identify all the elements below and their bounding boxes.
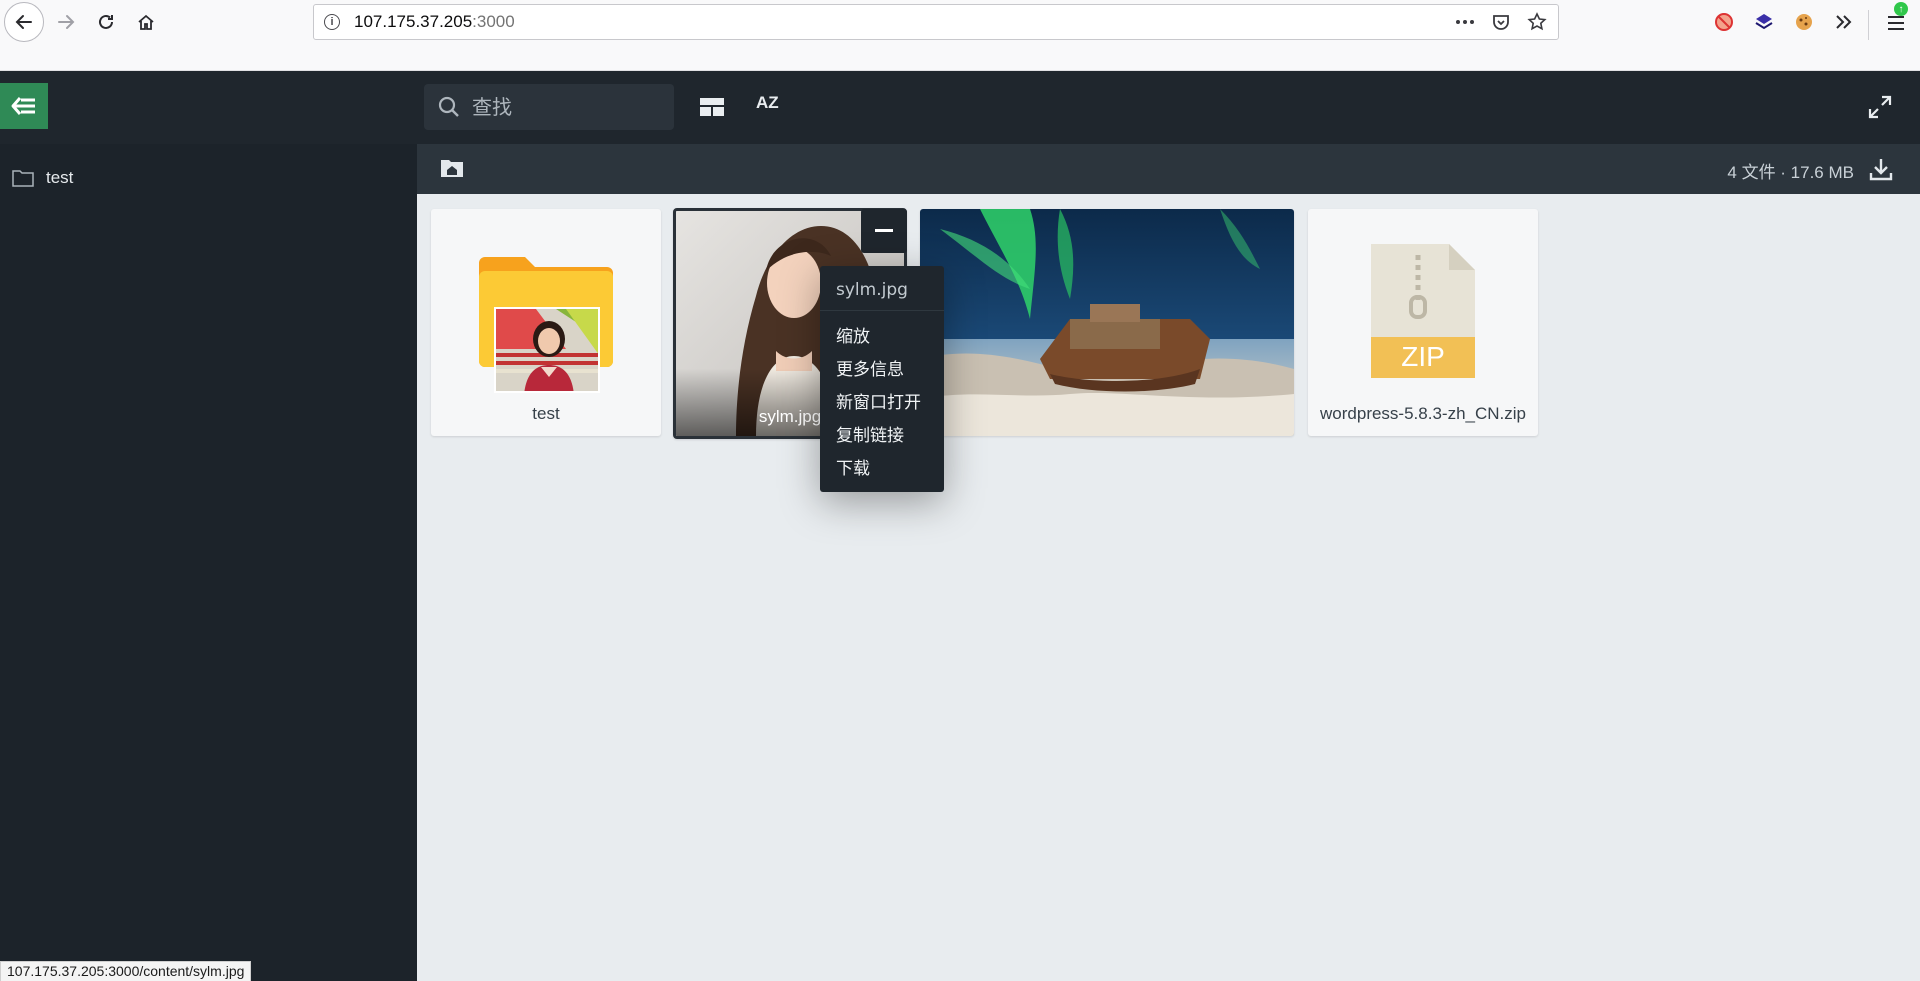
url-bar[interactable]: i 107.175.37.205:3000 [313,4,1559,40]
file-tile-aurora[interactable] [920,209,1294,436]
reload-icon [99,14,113,29]
url-port: :3000 [472,12,515,31]
home-icon [138,14,154,30]
app-header: AZ [0,71,1920,144]
breadcrumb-bar: 4 文件 · 17.6 MB [417,144,1920,194]
home-folder-button[interactable] [439,156,465,180]
menu-item-open-new-window[interactable]: 新窗口打开 [836,388,921,413]
forward-button[interactable] [46,2,86,42]
sort-button[interactable]: AZ [756,93,779,113]
file-name: wordpress-5.8.3-zh_CN.zip [1320,404,1526,423]
folder-outline-icon [12,170,34,187]
download-icon [1869,159,1893,181]
arrow-left-icon [15,15,32,29]
zip-badge: ZIP [1401,341,1445,372]
fullscreen-button[interactable] [1866,93,1894,121]
home-button[interactable] [126,2,166,42]
search-input[interactable] [472,95,652,119]
photo-thumbnail [920,209,1294,436]
home-folder-icon [441,160,463,177]
sidebar: test [0,144,417,981]
layout-toggle-button[interactable] [698,95,726,119]
pocket-icon[interactable] [1490,11,1512,33]
url-host: 107.175.37.205 [354,12,473,31]
file-tile-folder[interactable]: test [431,209,661,436]
menu-item-download[interactable]: 下载 [836,454,870,479]
adblock-extension-icon[interactable] [1712,10,1736,34]
back-button[interactable] [4,2,44,42]
update-badge-icon: ↑ [1894,2,1908,16]
layout-grid-icon [700,98,724,116]
sidebar-item-label: test [46,168,74,187]
file-tile-zip[interactable]: ZIP wordpress-5.8.3-zh_CN.zip [1308,209,1538,436]
search-icon [438,96,459,117]
file-name: test [532,404,560,423]
menu-item-copy-link[interactable]: 复制链接 [836,421,904,446]
arrow-right-icon [58,15,75,29]
sidebar-item-test[interactable]: test [12,168,73,188]
menu-item-more-info[interactable]: 更多信息 [836,355,904,380]
sidebar-toggle-button[interactable] [0,83,48,129]
minus-icon [875,229,893,232]
more-actions-icon[interactable] [1454,11,1476,33]
toolbar-divider [1868,10,1869,40]
expand-icon [1868,95,1892,119]
cookie-extension-icon[interactable] [1792,10,1816,34]
browser-status-url: 107.175.37.205:3000/content/sylm.jpg [0,961,252,981]
hamburger-icon [1888,16,1904,30]
collapse-menu-icon [11,97,35,115]
folder-preview-image [494,307,600,393]
reload-button[interactable] [86,2,126,42]
download-all-button[interactable] [1868,156,1894,182]
info-icon[interactable]: i [324,14,340,30]
bookmark-star-icon[interactable] [1526,11,1548,33]
context-menu-title: sylm.jpg [836,280,908,300]
menu-item-zoom[interactable]: 缩放 [836,322,870,347]
file-grid: test sylm.jpg ZIP wordpress-5.8.3-zh_CN.… [417,194,1920,981]
browser-toolbar: i 107.175.37.205:3000 ↑ [0,0,1920,71]
overflow-chevrons-icon[interactable] [1832,10,1856,34]
search-box[interactable] [424,84,674,130]
context-menu: sylm.jpg 缩放 更多信息 新窗口打开 复制链接 下载 [820,266,944,492]
context-menu-divider [820,310,944,311]
layers-extension-icon[interactable] [1752,10,1776,34]
deselect-button[interactable] [861,209,907,253]
file-summary: 4 文件 · 17.6 MB [1727,163,1854,182]
